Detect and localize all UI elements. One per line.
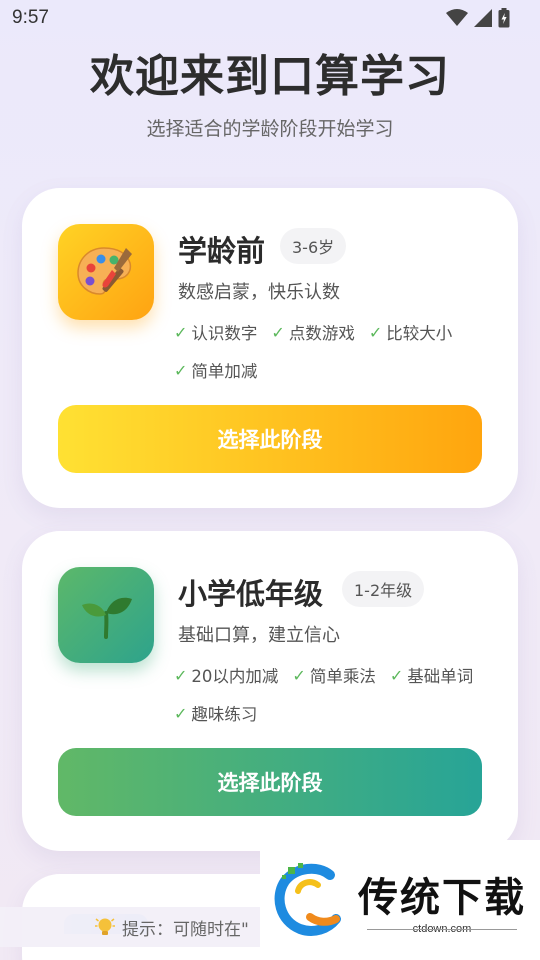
page-title: 欢迎来到口算学习 (90, 51, 450, 102)
check-icon: ✓ (174, 360, 188, 380)
status-icons (446, 8, 510, 28)
check-icon: ✓ (389, 665, 404, 685)
cellular-signal-icon (474, 9, 492, 27)
status-bar: 9:57 (0, 0, 540, 36)
check-icon: ✓ (368, 322, 383, 342)
feature-item: ✓ 比较大小 (368, 322, 453, 344)
watermark: 传统下载 ctdown.com (260, 840, 540, 960)
age-badge: 1-2年级 (342, 571, 425, 607)
select-stage-button[interactable]: 选择此阶段 (58, 748, 482, 816)
palette-icon (58, 224, 154, 320)
ctdown-logo-icon (274, 863, 341, 936)
feature-item: ✓ 简单乘法 (292, 665, 376, 687)
lightbulb-icon (95, 918, 115, 935)
feature-item: ✓ 基础单词 (389, 665, 474, 687)
stage-card-lower-primary[interactable]: 小学低年级 1-2年级 基础口算，建立信心 ✓ 20以内加减 ✓ 简单乘法 ✓ 基础单… (22, 531, 518, 851)
card-title: 小学低年级 (178, 577, 324, 611)
feature-list: ✓ 20以内加减 ✓ 简单乘法 ✓ 基础单词 ✓ 趣味练习 (174, 663, 494, 725)
feature-item: ✓ 认识数字 (174, 322, 258, 344)
battery-icon (498, 8, 510, 28)
select-stage-button[interactable]: 选择此阶段 (58, 405, 482, 473)
status-time: 9:57 (12, 7, 49, 28)
watermark-divider (367, 929, 517, 930)
check-icon: ✓ (174, 703, 188, 723)
card-title: 学龄前 (178, 234, 266, 268)
feature-item: ✓ 趣味练习 (174, 703, 258, 725)
tip-text: 提示：可随时在" (122, 919, 249, 940)
check-icon: ✓ (271, 322, 285, 342)
wifi-icon (446, 9, 468, 26)
check-icon: ✓ (292, 665, 306, 685)
page-subtitle: 选择适合的学龄阶段开始学习 (146, 118, 394, 140)
age-badge: 3-6岁 (280, 228, 347, 264)
check-icon: ✓ (174, 665, 188, 685)
check-icon: ✓ (174, 322, 188, 342)
stage-card-preschool[interactable]: 学龄前 3-6岁 数感启蒙，快乐认数 ✓ 认识数字 ✓ 点数游戏 ✓ 比较大小 ✓ 简单… (22, 188, 518, 508)
feature-list: ✓ 认识数字 ✓ 点数游戏 ✓ 比较大小 ✓ 简单加减 (174, 320, 494, 382)
feature-item: ✓ 简单加减 (174, 360, 258, 382)
sprout-icon (58, 567, 154, 663)
feature-item: ✓ 20以内加减 (174, 665, 279, 687)
watermark-title: 传统下载 (358, 875, 526, 921)
feature-item: ✓ 点数游戏 (271, 322, 355, 344)
card-description: 数感启蒙，快乐认数 (178, 282, 340, 303)
card-description: 基础口算，建立信心 (178, 625, 340, 646)
